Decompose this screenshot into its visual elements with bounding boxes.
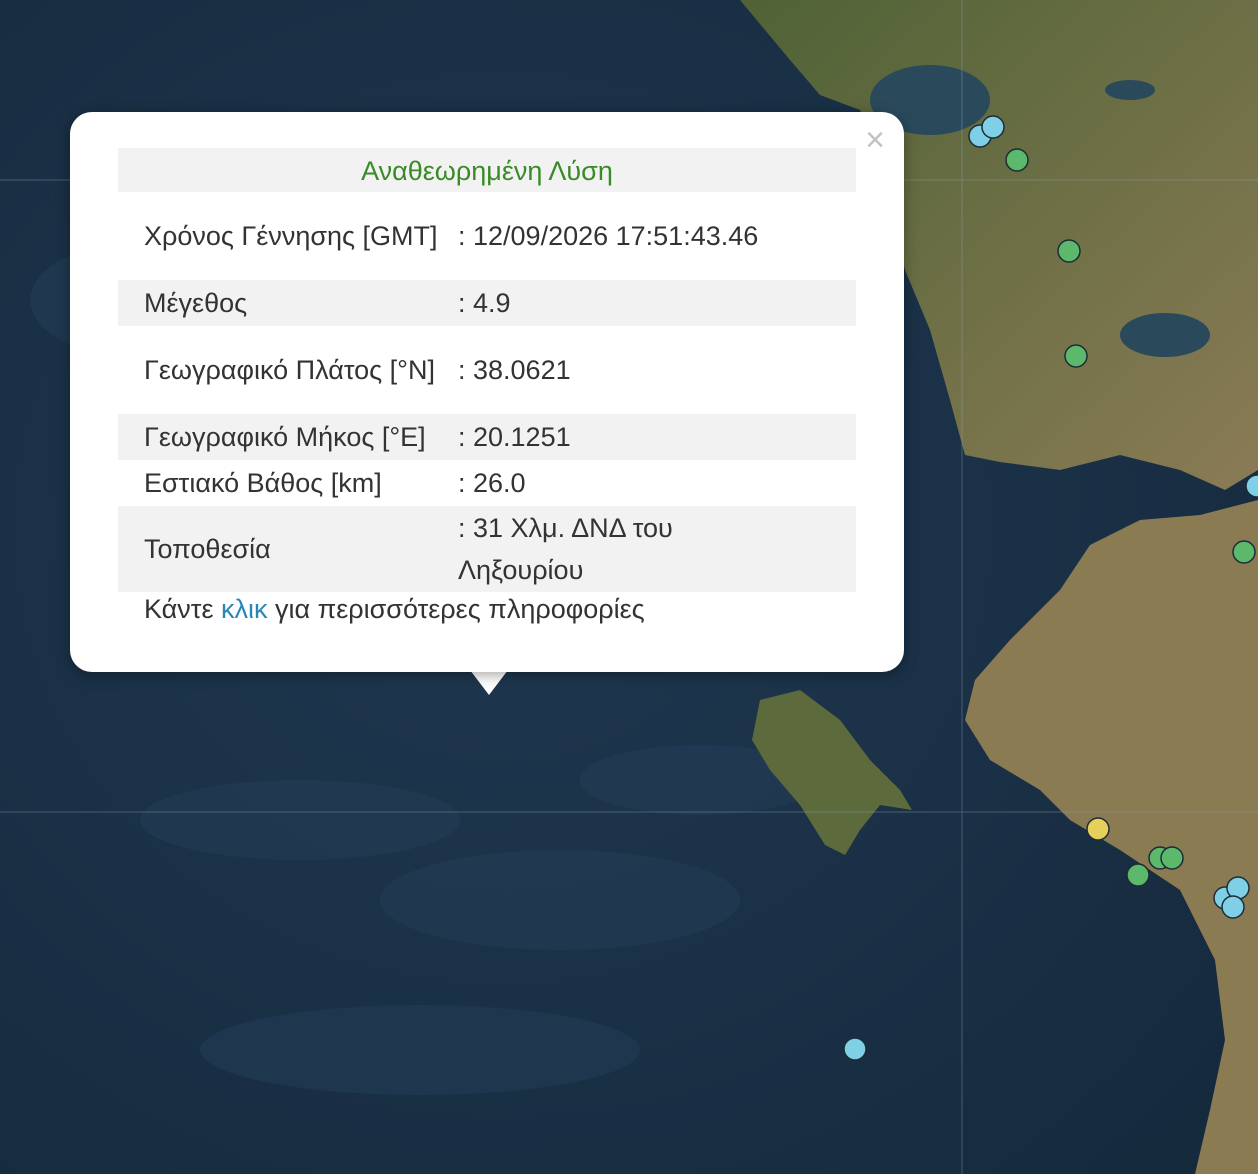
popup-tip <box>470 670 508 695</box>
longitude-label: Γεωγραφικό Μήκος [°E] <box>144 422 426 452</box>
popup-title: Αναθεωρημένη Λύση <box>118 148 856 192</box>
magnitude-value: : 4.9 <box>458 288 511 318</box>
earthquake-popup: × Αναθεωρημένη Λύση Χρόνος Γέννησης [GMT… <box>70 112 904 672</box>
row-depth: Εστιακό Βάθος [km] : 26.0 <box>118 460 856 506</box>
row-magnitude: Μέγεθος : 4.9 <box>118 280 856 326</box>
row-longitude: Γεωγραφικό Μήκος [°E] : 20.1251 <box>118 414 856 460</box>
more-info-before: Κάντε <box>144 594 221 624</box>
row-origin-time: Χρόνος Γέννησης [GMT] : 12/09/2026 17:51… <box>118 192 856 280</box>
earthquake-marker-green[interactable] <box>1005 148 1029 172</box>
earthquake-marker-green[interactable] <box>1232 540 1256 564</box>
longitude-value: : 20.1251 <box>458 422 571 452</box>
row-location: Τοποθεσία : 31 Χλμ. ΔΝΔ του Ληξουρίου <box>118 506 856 592</box>
origin-time-label: Χρόνος Γέννησης [GMT] <box>144 221 438 251</box>
more-info-after: για περισσότερες πληροφορίες <box>267 594 645 624</box>
latitude-label: Γεωγραφικό Πλάτος [°N] <box>144 355 435 385</box>
location-label: Τοποθεσία <box>144 534 271 564</box>
popup-table: Αναθεωρημένη Λύση Χρόνος Γέννησης [GMT] … <box>118 148 856 592</box>
earthquake-marker-green[interactable] <box>1064 344 1088 368</box>
earthquake-marker-cyan[interactable] <box>1221 895 1245 919</box>
close-icon[interactable]: × <box>860 120 890 160</box>
earthquake-marker-cyan[interactable] <box>981 115 1005 139</box>
earthquake-marker-green[interactable] <box>1126 863 1150 887</box>
earthquake-marker-green[interactable] <box>1160 846 1184 870</box>
depth-value: : 26.0 <box>458 468 526 498</box>
earthquake-marker-green[interactable] <box>1057 239 1081 263</box>
earthquake-marker-cyan[interactable] <box>843 1037 867 1061</box>
more-info-link[interactable]: κλικ <box>221 594 268 624</box>
location-value: : 31 Χλμ. ΔΝΔ του Ληξουρίου <box>458 513 673 585</box>
depth-label: Εστιακό Βάθος [km] <box>144 468 382 498</box>
latitude-value: : 38.0621 <box>458 355 571 385</box>
row-latitude: Γεωγραφικό Πλάτος [°N] : 38.0621 <box>118 326 856 414</box>
origin-time-value: : 12/09/2026 17:51:43.46 <box>458 221 759 251</box>
more-info-text: Κάντε κλικ για περισσότερες πληροφορίες <box>144 594 645 625</box>
magnitude-label: Μέγεθος <box>144 288 248 318</box>
earthquake-marker-yellow[interactable] <box>1086 817 1110 841</box>
